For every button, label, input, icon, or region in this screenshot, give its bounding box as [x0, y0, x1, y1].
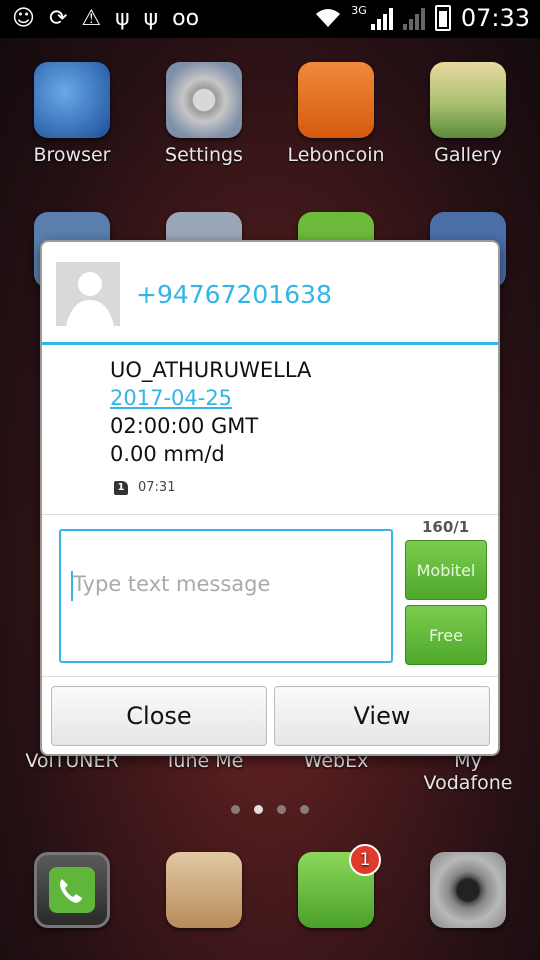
sms-popup-dialog: +94767201638 UO_ATHURUWELLA 2017-04-25 0…: [42, 242, 498, 754]
clock: 07:33: [460, 4, 530, 32]
close-button[interactable]: Close: [51, 686, 267, 746]
app-label: My Vodafone: [423, 750, 513, 794]
battery-icon: [434, 5, 451, 31]
reply-textbox[interactable]: [59, 529, 393, 663]
signal-icon: [402, 6, 425, 30]
network-type-label: 3G: [351, 3, 367, 17]
dock-messaging[interactable]: 1: [281, 844, 391, 934]
send-mobitel-button[interactable]: Mobitel: [405, 540, 487, 600]
notification-icons: ☺ ⟳ ⚠ ψ ψ oo: [12, 6, 199, 31]
warning-icon: ⚠: [81, 6, 102, 31]
message-date-link[interactable]: 2017-04-25: [110, 384, 311, 412]
message-body: UO_ATHURUWELLA 2017-04-25 02:00:00 GMT 0…: [110, 356, 311, 468]
received-time: 07:31: [138, 480, 176, 495]
usb-icon: ψ: [143, 6, 159, 31]
app-settings[interactable]: Settings: [149, 62, 259, 166]
contacts-icon: [166, 852, 242, 928]
wifi-icon: [316, 9, 341, 27]
app-gallery[interactable]: Gallery: [413, 62, 523, 166]
message-line: 0.00 mm/d: [110, 442, 225, 466]
system-icons: 3G 07:33: [315, 4, 530, 32]
globe-icon: [34, 62, 110, 138]
app-label: Browser: [33, 144, 111, 166]
phone-icon: [34, 852, 110, 928]
gear-icon: [166, 62, 242, 138]
dialog-header: +94767201638: [42, 242, 498, 345]
person-icon: [66, 272, 114, 326]
unread-badge: 1: [349, 844, 381, 876]
dock-phone[interactable]: [17, 852, 127, 934]
dock-contacts[interactable]: [149, 852, 259, 934]
usb-icon: ψ: [115, 6, 130, 31]
sender-number: +94767201638: [136, 280, 332, 309]
app-browser[interactable]: Browser: [17, 62, 127, 166]
app-label: Settings: [165, 144, 243, 166]
message-meta: 1 07:31: [114, 480, 175, 495]
status-bar: ☺ ⟳ ⚠ ψ ψ oo 3G 07:33: [0, 0, 540, 38]
view-button[interactable]: View: [274, 686, 490, 746]
app-my-vodafone[interactable]: My Vodafone: [413, 750, 523, 794]
app-label: Leboncoin: [287, 144, 385, 166]
gallery-icon: [430, 62, 506, 138]
avatar: [56, 262, 120, 326]
app-leboncoin[interactable]: Leboncoin: [281, 62, 391, 166]
camera-icon: [430, 852, 506, 928]
smiley-icon: ☺: [12, 6, 35, 31]
voicemail-icon: oo: [172, 6, 200, 31]
sim-icon: 1: [114, 480, 128, 495]
divider: [42, 676, 498, 677]
char-counter: 160/1: [422, 518, 470, 536]
message-line: UO_ATHURUWELLA: [110, 358, 312, 382]
dock-camera[interactable]: [413, 852, 523, 934]
app-label: Gallery: [434, 144, 502, 166]
sync-icon: ⟳: [48, 6, 68, 31]
reply-input[interactable]: [71, 571, 375, 597]
divider: [42, 514, 498, 515]
send-free-button[interactable]: Free: [405, 605, 487, 665]
page-indicator: [0, 805, 540, 814]
signal-icon: [370, 6, 393, 30]
box-icon: [298, 62, 374, 138]
message-line: 02:00:00 GMT: [110, 414, 259, 438]
